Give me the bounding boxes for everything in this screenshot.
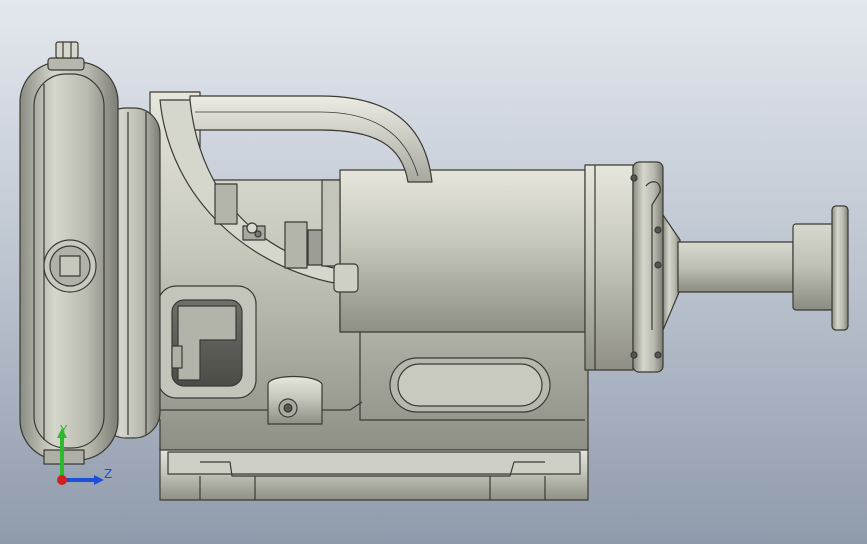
y-axis-label: Y <box>59 423 68 437</box>
shaft-coupling <box>792 205 849 331</box>
pump-3d-model[interactable] <box>0 0 867 544</box>
coordinate-triad: Y Z <box>57 423 112 485</box>
x-axis-icon <box>57 475 67 485</box>
volute-casing <box>19 41 119 465</box>
pump-base <box>159 447 589 501</box>
z-axis-label: Z <box>104 467 112 481</box>
graphics-viewport[interactable]: Y Z <box>0 0 867 544</box>
bypass-pipe <box>189 95 433 183</box>
pump-shaft <box>677 241 794 293</box>
window-opening <box>157 285 257 399</box>
